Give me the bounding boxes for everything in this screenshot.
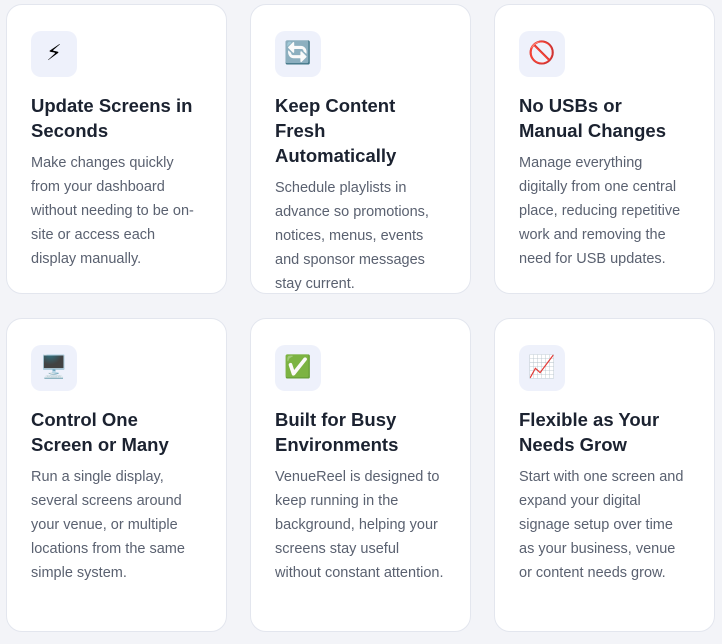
- prohibited-icon: 🚫: [519, 31, 565, 77]
- feature-description: VenueReel is designed to keep running in…: [275, 469, 444, 581]
- feature-title: Control One Screen or Many: [31, 409, 169, 455]
- check-mark-icon: ✅: [275, 345, 321, 391]
- lightning-icon: ⚡: [31, 31, 77, 77]
- feature-description: Start with one screen and expand your di…: [519, 469, 684, 581]
- feature-card-busy-environments: ✅ Built for Busy Environments VenueReel …: [250, 318, 471, 632]
- feature-card-flexible-growth: 📈 Flexible as Your Needs Grow Start with…: [494, 318, 715, 632]
- feature-description: Run a single display, several screens ar…: [31, 469, 185, 581]
- refresh-icon: 🔄: [275, 31, 321, 77]
- feature-title: Flexible as Your Needs Grow: [519, 409, 660, 455]
- desktop-monitor-icon: 🖥️: [31, 345, 77, 391]
- feature-description: Schedule playlists in advance so promoti…: [275, 180, 429, 292]
- feature-title: Built for Busy Environments: [275, 409, 399, 455]
- features-grid: ⚡ Update Screens in Seconds Make changes…: [0, 0, 722, 644]
- feature-card-no-usbs: 🚫 No USBs or Manual Changes Manage every…: [494, 4, 715, 294]
- feature-card-keep-content-fresh: 🔄 Keep Content Fresh Automatically Sched…: [250, 4, 471, 294]
- feature-card-control-screens: 🖥️ Control One Screen or Many Run a sing…: [6, 318, 227, 632]
- feature-description: Manage everything digitally from one cen…: [519, 155, 681, 267]
- chart-increasing-icon: 📈: [519, 345, 565, 391]
- feature-card-update-screens: ⚡ Update Screens in Seconds Make changes…: [6, 4, 227, 294]
- feature-title: No USBs or Manual Changes: [519, 95, 666, 141]
- feature-description: Make changes quickly from your dashboard…: [31, 155, 194, 267]
- feature-title: Update Screens in Seconds: [31, 95, 193, 141]
- feature-title: Keep Content Fresh Automatically: [275, 95, 397, 166]
